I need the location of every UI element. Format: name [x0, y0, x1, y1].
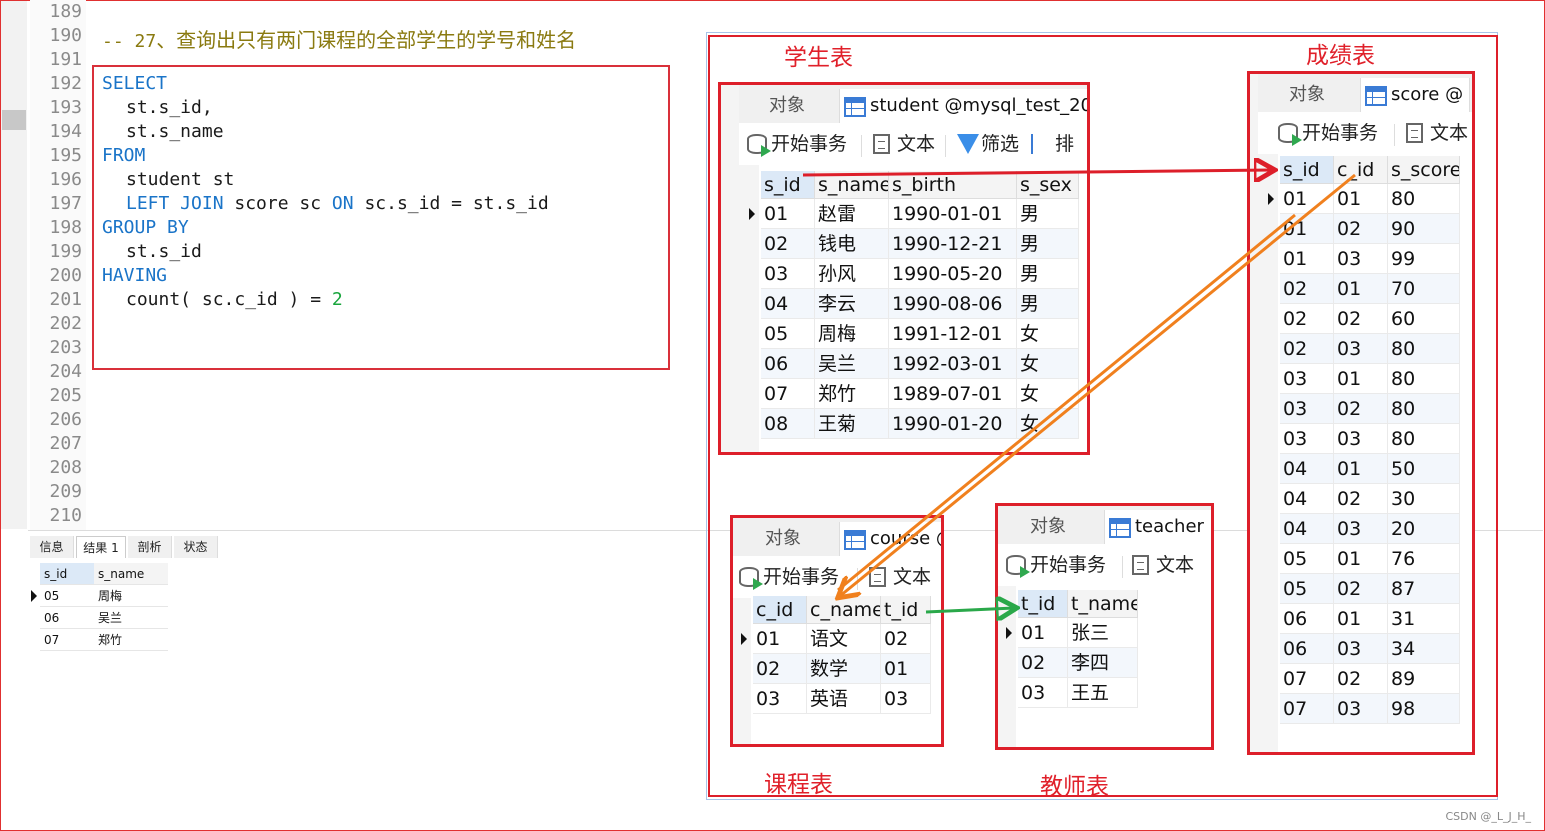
arrow-score-to-course — [837, 213, 1296, 592]
arrow-score-to-course-2 — [840, 173, 1356, 596]
arrow-student-to-score — [802, 170, 1272, 175]
watermark: CSDN @_L_J_H_ — [1445, 810, 1531, 823]
relation-arrows — [802, 0, 1356, 831]
arrow-course-to-teacher — [925, 608, 1014, 612]
